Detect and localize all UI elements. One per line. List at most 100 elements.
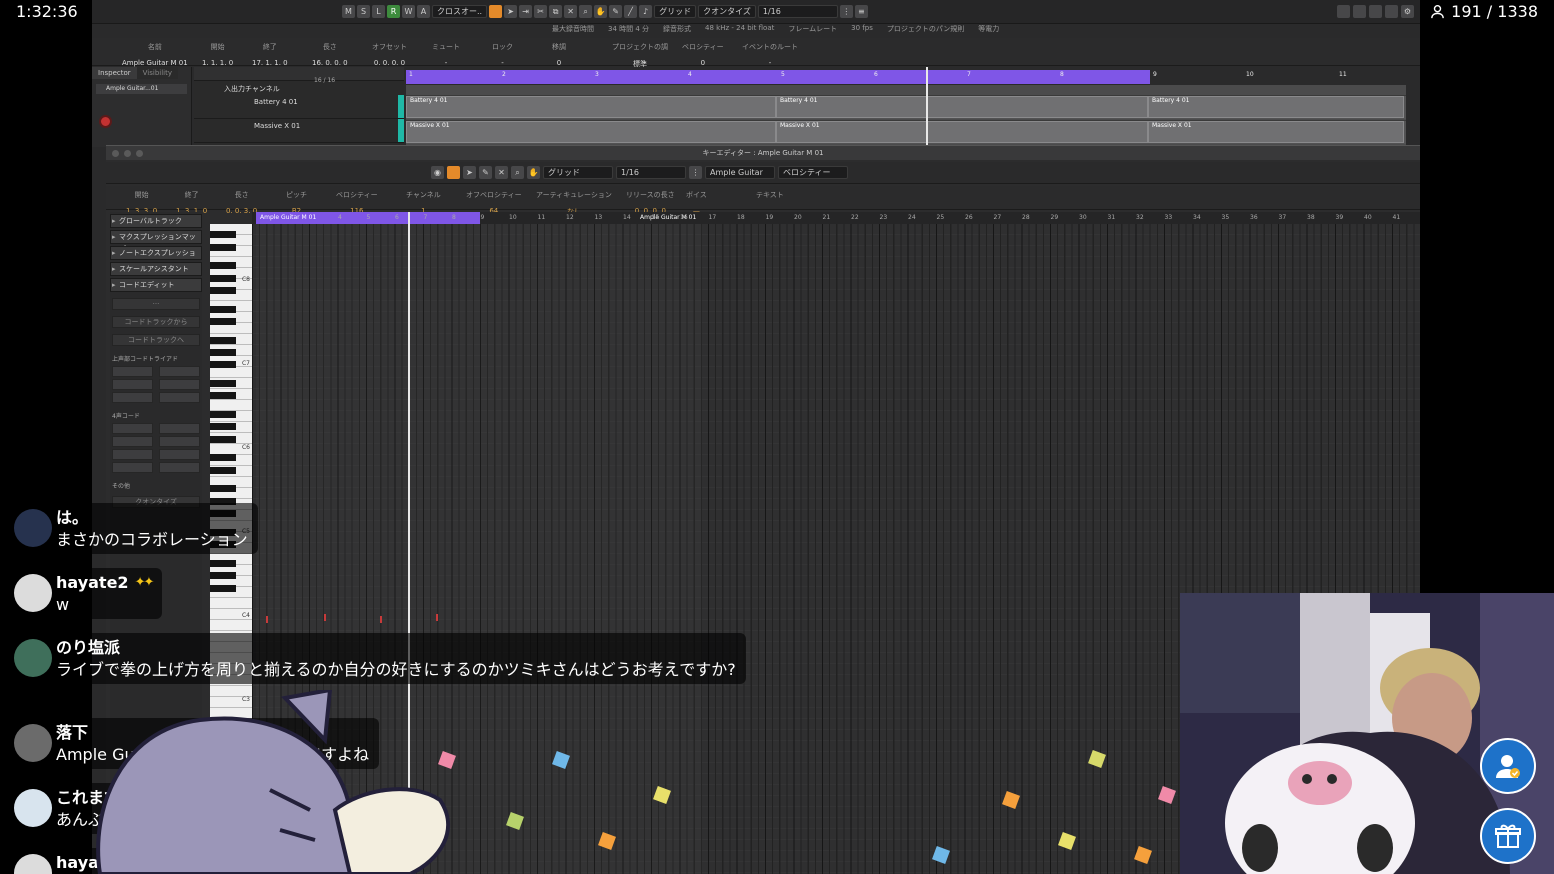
black-key[interactable] [210, 361, 236, 369]
playhead-cursor[interactable] [926, 67, 928, 147]
info-field[interactable]: 移調 0 [552, 42, 566, 67]
black-key[interactable] [210, 349, 236, 356]
info-value[interactable]: 0 [552, 59, 566, 67]
chord-button[interactable] [159, 436, 200, 447]
section-scale-assistant[interactable]: スケールアシスタント [110, 262, 202, 276]
gift-button[interactable] [1480, 808, 1536, 864]
mute-mode-button[interactable]: M [342, 5, 355, 18]
black-key[interactable] [210, 584, 236, 592]
info-value[interactable]: - [742, 59, 798, 67]
tab-visibility[interactable]: Visibility [136, 67, 178, 79]
avatar[interactable] [14, 639, 52, 677]
bars-icon[interactable]: ≡ [854, 5, 868, 18]
black-key[interactable] [210, 454, 236, 462]
arrange-window[interactable]: 1 2 3 4 5 6 7 8 9 10 11 Battery 4 01 Battery 4 01 … [406, 67, 1406, 147]
chord-button[interactable] [159, 379, 200, 390]
range-tool-icon[interactable]: ⇥ [519, 5, 533, 18]
black-key[interactable] [210, 231, 236, 239]
chord-button[interactable] [112, 423, 153, 434]
chord-button[interactable] [159, 449, 200, 460]
event-part[interactable]: Battery 4 01 [1148, 96, 1404, 118]
velocity-select[interactable]: ベロシティー [778, 166, 848, 179]
snap-icon[interactable]: ⋮ [839, 5, 853, 18]
note-info-field[interactable]: テキスト [756, 190, 784, 207]
black-key[interactable] [210, 336, 236, 344]
inspector-track-name[interactable]: Ample Guitar...01 [96, 84, 187, 94]
track-row-battery[interactable]: Battery 4 01 [194, 95, 404, 119]
info-field[interactable]: 名前 Ample Guitar M 01 [122, 42, 188, 67]
section-expression-map[interactable]: マクスプレッションマップ [110, 230, 202, 253]
info-field[interactable]: 開始 1. 1. 1. 0 [202, 42, 233, 67]
black-key[interactable] [210, 380, 236, 387]
info-value[interactable]: - [432, 59, 460, 67]
quantize-type-select[interactable]: クオンタイズ [698, 5, 756, 18]
write-mode-button[interactable]: W [402, 5, 415, 18]
layout-button-4[interactable] [1385, 5, 1398, 18]
avatar[interactable] [14, 724, 52, 762]
info-value[interactable]: Ample Guitar M 01 [122, 59, 188, 67]
black-key[interactable] [210, 411, 236, 418]
quantize-value-select[interactable]: 1/16 [616, 166, 686, 179]
black-key[interactable] [210, 318, 236, 325]
info-value[interactable]: 16. 0. 0. 0 [312, 59, 348, 67]
layout-button-3[interactable] [1369, 5, 1382, 18]
loop-range[interactable] [406, 70, 1150, 84]
chat-author[interactable]: hayate2 ✦✦ [56, 572, 154, 594]
quantize-value-select[interactable]: 1/16 [757, 5, 838, 18]
black-key[interactable] [210, 435, 236, 443]
select-tool-icon[interactable]: ➤ [463, 166, 476, 179]
chord-button[interactable] [112, 462, 153, 473]
erase-tool-icon[interactable]: ✕ [495, 166, 508, 179]
info-value[interactable]: 1. 1. 1. 0 [202, 59, 233, 67]
chord-button[interactable] [159, 423, 200, 434]
split-tool-icon[interactable]: ✂ [534, 5, 548, 18]
chord-button[interactable] [112, 379, 153, 390]
black-key[interactable] [210, 305, 236, 313]
chat-author[interactable]: は。 [56, 507, 248, 529]
arrange-ruler[interactable]: 1 2 3 4 5 6 7 8 9 10 11 [406, 67, 1406, 85]
avatar[interactable] [14, 854, 52, 874]
grid-select[interactable]: グリッド [654, 5, 697, 18]
info-field[interactable]: 終了 17. 1. 1. 0 [252, 42, 288, 67]
zoom-tool-icon[interactable]: ⌕ [579, 5, 593, 18]
instrument-select[interactable]: Ample Guitar [705, 166, 775, 179]
section-note-expression[interactable]: ノートエクスプレッション [110, 246, 202, 269]
avatar[interactable] [14, 574, 52, 612]
black-key[interactable] [210, 262, 236, 270]
zoom-tool-icon[interactable]: ⌕ [511, 166, 524, 179]
tab-inspector[interactable]: Inspector [92, 67, 137, 79]
grid-select[interactable]: グリッド [543, 166, 613, 179]
info-value[interactable]: 17. 1. 1. 0 [252, 59, 288, 67]
chord-button[interactable] [112, 392, 153, 403]
black-key[interactable] [210, 274, 236, 282]
track-row-massive[interactable]: Massive X 01 [194, 119, 404, 143]
play-tool-icon[interactable]: ♪ [639, 5, 653, 18]
chord-button[interactable] [112, 449, 153, 460]
chord-button[interactable] [112, 436, 153, 447]
note-event[interactable] [380, 616, 382, 623]
info-field[interactable]: オフセット 0. 0. 0. 0 [372, 42, 407, 67]
chat-author[interactable]: のり塩派 [56, 637, 736, 659]
section-chord-editing[interactable]: コードエディット [110, 278, 202, 292]
minimize-window-icon[interactable] [124, 150, 131, 157]
black-key[interactable] [210, 572, 236, 580]
event-part[interactable]: Massive X 01 [406, 121, 776, 143]
info-field[interactable]: 長さ 16. 0. 0. 0 [312, 42, 348, 67]
snap-icon[interactable]: ⋮ [689, 166, 702, 179]
info-value[interactable]: 0 [682, 59, 724, 67]
solo-editor-icon[interactable]: ◉ [431, 166, 444, 179]
read-mode-button[interactable]: R [387, 5, 400, 18]
chord-button[interactable] [112, 366, 153, 377]
black-key[interactable] [210, 392, 236, 400]
zoom-window-icon[interactable] [136, 150, 143, 157]
record-enable-icon[interactable] [99, 115, 112, 128]
info-field[interactable]: ロック - [492, 42, 513, 67]
black-key[interactable] [210, 243, 236, 251]
to-chord-track-button[interactable]: コードトラックへ [112, 334, 200, 346]
avatar[interactable] [14, 789, 52, 827]
key-editor-ruler[interactable]: Ample Guitar M 01 Ample Guitar M 01 4567… [252, 212, 1420, 224]
autoscroll-button[interactable] [447, 166, 460, 179]
avatar[interactable] [14, 509, 52, 547]
event-part[interactable]: Massive X 01 [1148, 121, 1404, 143]
membership-button[interactable] [1480, 738, 1536, 794]
